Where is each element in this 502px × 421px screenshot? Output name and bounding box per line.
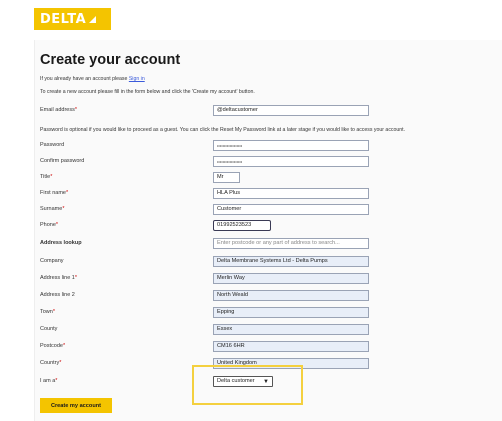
sign-in-link[interactable]: Sign in (129, 76, 145, 82)
town-field[interactable]: Epping (213, 307, 369, 318)
instructions-text: To create a new account please fill in t… (40, 89, 255, 95)
country-label: Country* (40, 360, 62, 366)
first-name-label: First name* (40, 190, 69, 196)
sign-in-prompt: If you already have an account please Si… (40, 76, 145, 82)
surname-field[interactable]: Customer (213, 204, 369, 215)
surname-label: Surname* (40, 206, 65, 212)
address-lookup-label: Address lookup (40, 240, 82, 246)
county-field[interactable]: Essex (213, 324, 369, 335)
postcode-field[interactable]: CM16 6HR (213, 341, 369, 352)
county-label: County (40, 326, 58, 332)
town-label: Town* (40, 309, 55, 315)
address-line-1-label: Address line 1* (40, 275, 77, 281)
delta-logo[interactable]: DELTA (34, 8, 111, 30)
phone-label: Phone* (40, 222, 59, 228)
address-line-2-label: Address line 2 (40, 292, 75, 298)
address-line-2-field[interactable]: North Weald (213, 290, 369, 301)
address-lookup-input[interactable]: Enter postcode or any part of address to… (213, 238, 369, 249)
confirm-password-label: Confirm password (40, 158, 85, 164)
title-label: Title* (40, 174, 53, 180)
create-account-button[interactable]: Create my account (40, 398, 112, 413)
password-label: Password (40, 142, 65, 148)
first-name-field[interactable]: HLA Plus (213, 188, 369, 199)
company-field[interactable]: Delta Membrane Systems Ltd - Delta Pumps (213, 256, 369, 267)
email-label: Email address* (40, 107, 77, 113)
page-title: Create your account (40, 52, 181, 68)
highlight-box (192, 365, 303, 405)
sign-in-prompt-text: If you already have an account please (40, 76, 128, 82)
i-am-a-label: I am a* (40, 378, 58, 384)
email-field[interactable]: @deltacustomer (213, 105, 369, 116)
logo-arrow-icon (89, 15, 97, 23)
password-field[interactable]: •••••••••••••••••• (213, 140, 369, 151)
password-note: Password is optional if you would like t… (40, 127, 406, 133)
confirm-password-field[interactable]: •••••••••••••••••• (213, 156, 369, 167)
phone-field[interactable]: 01992523523 (213, 220, 271, 231)
logo-text: DELTA (40, 11, 87, 27)
address-line-1-field[interactable]: Merlin Way (213, 273, 369, 284)
title-field[interactable]: Mr (213, 172, 240, 183)
postcode-label: Postcode* (40, 343, 66, 349)
company-label: Company (40, 258, 64, 264)
